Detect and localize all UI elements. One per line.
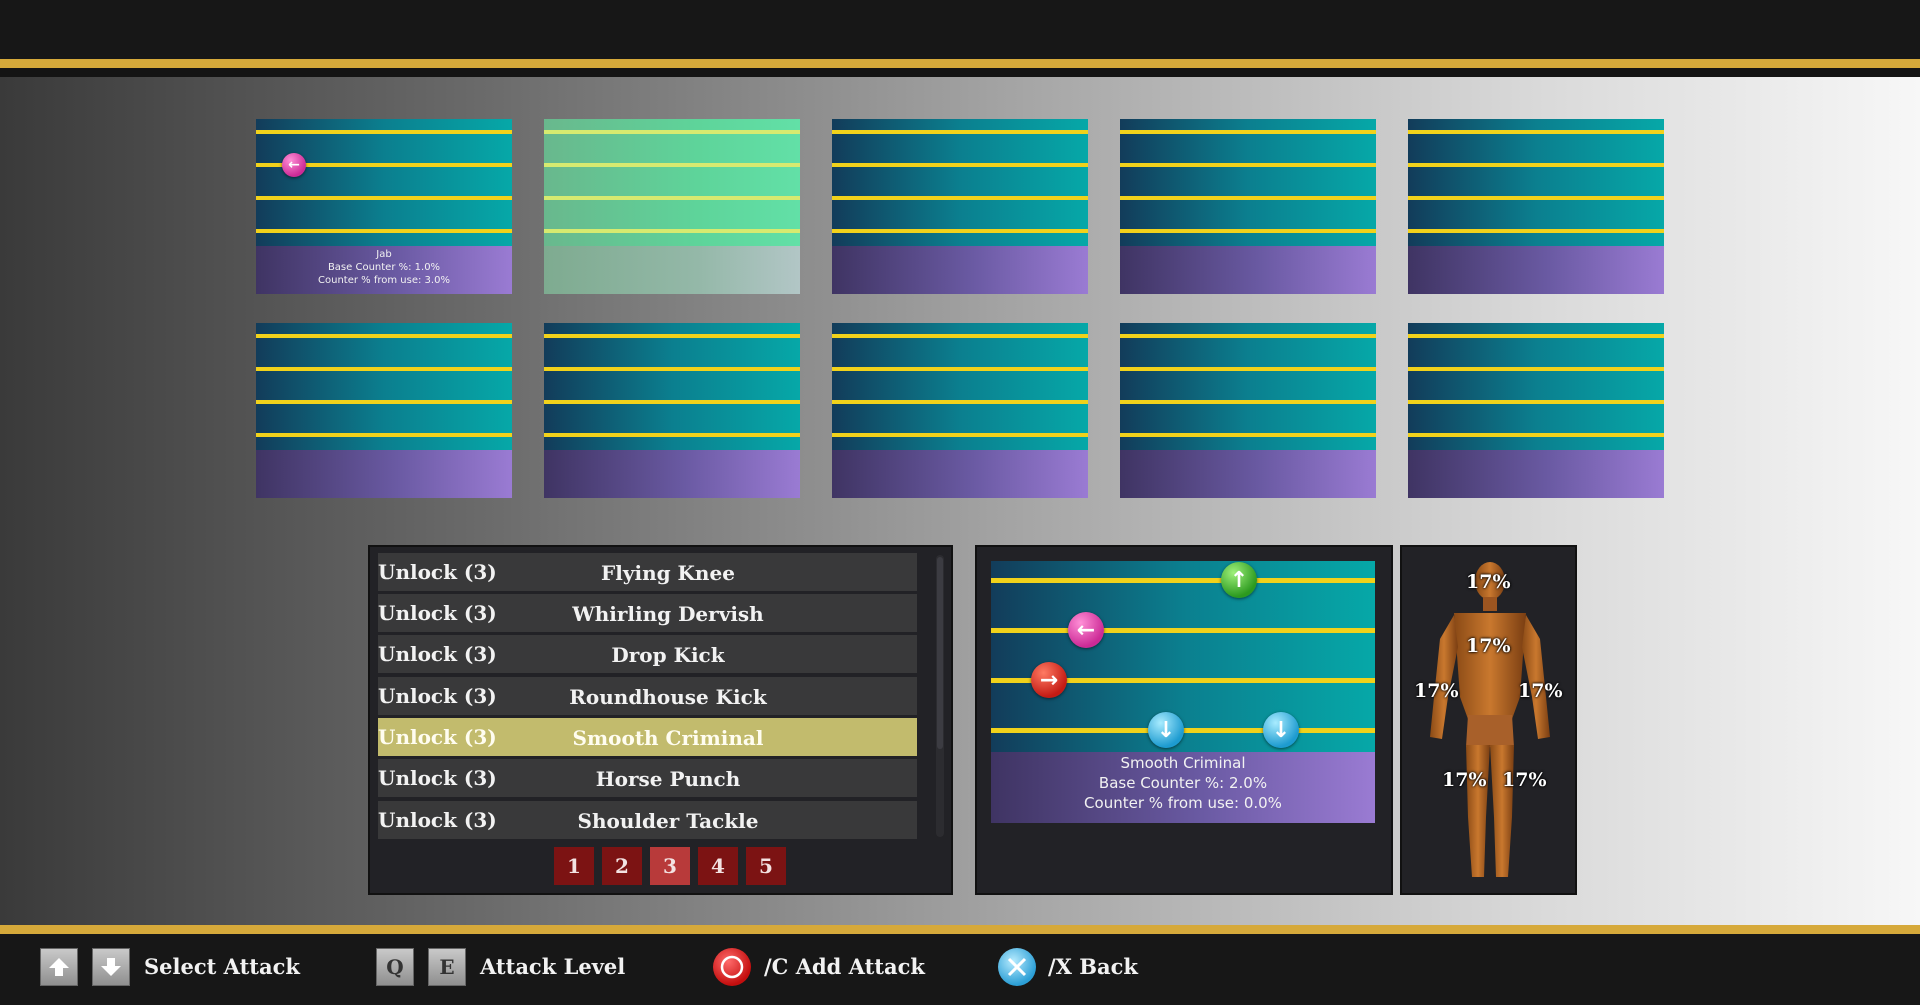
unlock-label: Unlock (3) [378,642,497,666]
attack-slot-1[interactable]: ← Jab Base Counter %: 1.0% Counter % fro… [256,119,512,294]
slot-info: Jab Base Counter %: 1.0% Counter % from … [256,246,512,294]
attack-slot-7[interactable] [544,323,800,498]
slot-counter-use: Counter % from use: 3.0% [318,275,450,286]
top-bar [0,0,1920,68]
unlock-label: Unlock (3) [378,766,497,790]
slot-track [1120,119,1376,246]
attack-row-shoulder-tackle[interactable]: Unlock (3) Shoulder Tackle [378,801,917,839]
attack-slot-8[interactable] [832,323,1088,498]
down-arrow-icon: ↓ [1263,712,1299,748]
torso-percent: 17% [1466,635,1511,657]
scrollbar-thumb[interactable] [937,557,943,749]
attack-slot-5[interactable] [1408,119,1664,294]
page-button-5[interactable]: 5 [746,847,786,885]
slot-track [1408,323,1664,450]
up-arrow-icon: ↑ [1221,562,1257,598]
slot-track [256,323,512,450]
right-leg-percent: 17% [1502,769,1547,791]
attack-slot-2[interactable] [544,119,800,294]
attack-name: Smooth Criminal [572,726,764,750]
attack-slot-6[interactable] [256,323,512,498]
attack-preview: ↑ ← → ↓ ↓ Smooth Criminal Base Counter %… [991,561,1375,823]
attack-name: Roundhouse Kick [569,685,767,709]
attack-preview-panel: ↑ ← → ↓ ↓ Smooth Criminal Base Counter %… [975,545,1393,895]
right-arrow-icon: → [1031,662,1067,698]
left-arrow-icon: ← [1068,612,1104,648]
attack-level-label: Attack Level [480,954,626,979]
page-button-2[interactable]: 2 [602,847,642,885]
attack-row-roundhouse-kick[interactable]: Unlock (3) Roundhouse Kick [378,677,917,715]
slot-info [832,450,1088,498]
attack-row-flying-knee[interactable]: Unlock (3) Flying Knee [378,553,917,591]
attack-row-smooth-criminal[interactable]: Unlock (3) Smooth Criminal [378,718,917,756]
attack-row-horse-punch[interactable]: Unlock (3) Horse Punch [378,759,917,797]
attack-name: Shoulder Tackle [577,809,759,833]
add-attack-label: /C Add Attack [764,954,925,979]
up-arrow-key-icon[interactable] [40,948,78,986]
body-figure [1430,562,1550,877]
circle-button-icon[interactable] [713,948,751,986]
slot-info [1120,450,1376,498]
right-arm-percent: 17% [1518,680,1563,702]
slot-info [544,450,800,498]
page-button-4[interactable]: 4 [698,847,738,885]
attack-slot-10[interactable] [1408,323,1664,498]
slot-info [1408,246,1664,294]
attack-slot-4[interactable] [1120,119,1376,294]
down-arrow-icon: ↓ [1148,712,1184,748]
preview-base-counter: Base Counter %: 2.0% [1098,774,1268,792]
unlock-label: Unlock (3) [378,808,497,832]
preview-info: Smooth Criminal Base Counter %: 2.0% Cou… [991,752,1375,823]
attack-slot-3[interactable] [832,119,1088,294]
attack-row-whirling-dervish[interactable]: Unlock (3) Whirling Dervish [378,594,917,632]
page-button-1[interactable]: 1 [554,847,594,885]
slot-track [544,323,800,450]
slot-track [1120,323,1376,450]
attack-row-drop-kick[interactable]: Unlock (3) Drop Kick [378,635,917,673]
slot-base-counter: Base Counter %: 1.0% [327,262,441,273]
e-key-icon[interactable]: E [428,948,466,986]
preview-track: ↑ ← → ↓ ↓ [991,561,1375,752]
page-button-3[interactable]: 3 [650,847,690,885]
attack-list-panel: Unlock (3) Flying Knee Unlock (3) Whirli… [368,545,953,895]
attack-slot-9[interactable] [1120,323,1376,498]
left-arm-percent: 17% [1414,680,1459,702]
left-leg-percent: 17% [1442,769,1487,791]
attack-name: Horse Punch [595,767,741,791]
attack-name: Flying Knee [601,561,735,585]
slot-track: ← [256,119,512,246]
slot-info [256,450,512,498]
attack-name: Whirling Dervish [572,602,764,626]
unlock-label: Unlock (3) [378,684,497,708]
unlock-label: Unlock (3) [378,725,497,749]
slot-info [832,246,1088,294]
slot-track [544,119,800,246]
body-map-panel: 17% 17% 17% 17% 17% 17% [1400,545,1577,895]
slot-info [1120,246,1376,294]
slot-track [1408,119,1664,246]
cross-button-icon[interactable] [998,948,1036,986]
q-key-icon[interactable]: Q [376,948,414,986]
slot-name: Jab [376,249,392,260]
head-percent: 17% [1466,571,1511,593]
left-arrow-icon: ← [282,153,306,177]
slot-track [832,119,1088,246]
select-attack-label: Select Attack [144,954,300,979]
slot-track [832,323,1088,450]
unlock-label: Unlock (3) [378,560,497,584]
back-label: /X Back [1048,954,1138,979]
slot-info [1408,450,1664,498]
preview-attack-name: Smooth Criminal [1120,754,1246,772]
down-arrow-key-icon[interactable] [92,948,130,986]
attack-name: Drop Kick [611,643,725,667]
preview-counter-use: Counter % from use: 0.0% [1084,794,1282,812]
unlock-label: Unlock (3) [378,601,497,625]
slot-info [544,246,800,294]
